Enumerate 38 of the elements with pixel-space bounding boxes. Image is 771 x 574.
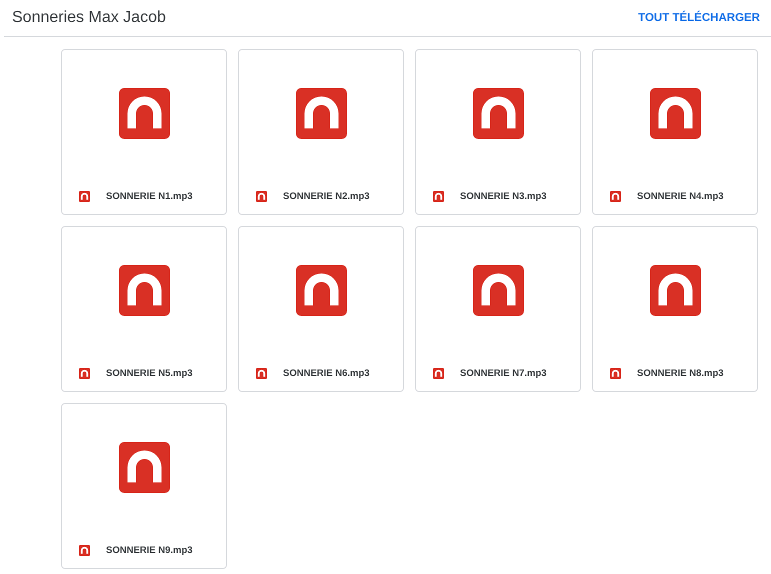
headphones-icon <box>79 545 90 556</box>
headphones-icon <box>610 368 621 379</box>
file-name: SONNERIE N5.mp3 <box>106 368 193 379</box>
headphones-icon <box>118 265 170 316</box>
file-name: SONNERIE N8.mp3 <box>637 368 724 379</box>
headphones-icon <box>433 191 444 202</box>
headphones-icon <box>256 368 267 379</box>
file-name: SONNERIE N7.mp3 <box>460 368 547 379</box>
file-card[interactable]: SONNERIE N9.mp3 <box>61 403 227 569</box>
headphones-icon <box>472 88 524 139</box>
headphones-icon <box>79 191 90 202</box>
download-all-link[interactable]: TOUT TÉLÉCHARGER <box>638 12 760 24</box>
file-card[interactable]: SONNERIE N4.mp3 <box>592 49 758 215</box>
file-card[interactable]: SONNERIE N7.mp3 <box>415 226 581 392</box>
headphones-icon <box>118 442 170 493</box>
folder-title: Sonneries Max Jacob <box>12 9 166 27</box>
headphones-icon <box>296 265 346 316</box>
file-card[interactable]: SONNERIE N8.mp3 <box>592 226 758 392</box>
file-card[interactable]: SONNERIE N6.mp3 <box>238 226 404 392</box>
headphones-icon <box>650 265 700 316</box>
file-name: SONNERIE N6.mp3 <box>283 368 370 379</box>
file-card[interactable]: SONNERIE N1.mp3 <box>61 49 227 215</box>
file-name: SONNERIE N4.mp3 <box>637 191 724 202</box>
headphones-icon <box>433 368 444 379</box>
headphones-icon <box>472 265 524 316</box>
file-card[interactable]: SONNERIE N2.mp3 <box>238 49 404 215</box>
headphones-icon <box>296 88 346 139</box>
headphones-icon <box>610 191 621 202</box>
file-name: SONNERIE N2.mp3 <box>283 191 370 202</box>
file-name: SONNERIE N9.mp3 <box>106 545 193 556</box>
file-name: SONNERIE N1.mp3 <box>106 191 193 202</box>
file-card[interactable]: SONNERIE N3.mp3 <box>415 49 581 215</box>
headphones-icon <box>79 368 90 379</box>
headphones-icon <box>256 191 267 202</box>
headphones-icon <box>118 88 170 139</box>
headphones-icon <box>650 88 700 139</box>
file-name: SONNERIE N3.mp3 <box>460 191 547 202</box>
file-card[interactable]: SONNERIE N5.mp3 <box>61 226 227 392</box>
